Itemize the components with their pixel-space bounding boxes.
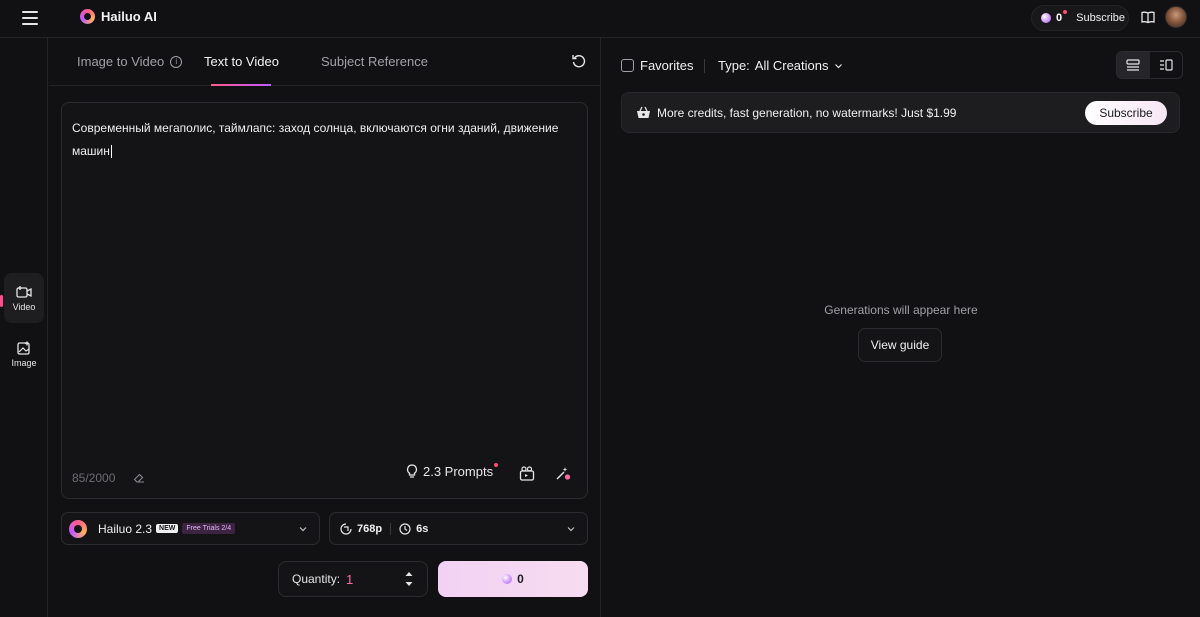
rail-item-image[interactable]: Image [4, 329, 44, 379]
favorites-checkbox[interactable] [621, 59, 634, 72]
logo[interactable]: Hailuo AI [80, 9, 157, 24]
top-bar: Hailuo AI 0 Subscribe [0, 0, 1200, 38]
list-view-icon [1126, 59, 1140, 71]
avatar[interactable] [1165, 6, 1187, 28]
generate-button[interactable]: 0 [438, 561, 588, 597]
duration-value: 6s [416, 522, 429, 535]
banner-subscribe-button[interactable]: Subscribe [1085, 101, 1167, 125]
resolution-icon [340, 522, 352, 535]
eraser-icon[interactable] [133, 472, 145, 484]
active-tab-underline [211, 84, 271, 86]
divider [704, 59, 705, 73]
mode-tabs: Image to Video i Text to Video Subject R… [49, 38, 601, 86]
favorites-filter[interactable]: Favorites [621, 58, 693, 73]
prompts-label: 2.3 Prompts [423, 463, 499, 479]
split-view-icon [1159, 59, 1173, 71]
tab-label: Image to Video [77, 54, 165, 69]
model-selector[interactable]: Hailuo 2.3 NEW Free Trials 2/4 [61, 512, 320, 545]
image-plus-icon [17, 341, 30, 355]
type-filter-dropdown[interactable]: Type: All Creations [718, 58, 843, 73]
tab-label: Subject Reference [321, 54, 428, 69]
resolution-value: 768p [357, 522, 383, 535]
prompt-textarea[interactable]: Современный мегаполис, таймлапс: заход с… [61, 102, 588, 499]
refresh-icon[interactable] [571, 53, 587, 69]
new-badge: NEW [156, 524, 179, 533]
credit-gem-icon [502, 574, 513, 584]
subscribe-button[interactable]: Subscribe [1076, 12, 1125, 24]
chevron-down-icon [834, 63, 842, 68]
rail-item-label: Video [12, 301, 36, 312]
left-rail: Video Image [0, 38, 48, 617]
creations-panel: Favorites Type: All Creations More credi… [602, 38, 1200, 617]
tab-image-to-video[interactable]: Image to Video i [77, 54, 183, 69]
hailuo-model-icon [69, 519, 87, 538]
clock-icon [399, 522, 411, 535]
lightbulb-icon [406, 464, 418, 478]
generate-cost: 0 [517, 572, 524, 586]
prompts-button[interactable]: 2.3 Prompts [406, 463, 499, 479]
char-count: 85/2000 [72, 471, 116, 485]
type-label: Type: [718, 58, 750, 73]
magic-enhance-icon[interactable] [555, 466, 571, 481]
credit-count: 0 [1056, 10, 1068, 24]
quantity-stepper[interactable]: Quantity: 1 [278, 561, 428, 597]
gift-basket-icon [637, 106, 650, 118]
favorites-label: Favorites [640, 58, 694, 73]
stepper-arrows-icon[interactable] [404, 569, 414, 589]
camera-movement-icon[interactable] [519, 466, 535, 481]
video-settings-selector[interactable]: 768p 6s [329, 512, 588, 545]
info-icon[interactable]: i [170, 55, 183, 68]
tab-text-to-video[interactable]: Text to Video [204, 54, 279, 69]
credit-gem-icon [1041, 13, 1051, 23]
split-view-button[interactable] [1150, 52, 1183, 78]
rail-active-indicator [0, 295, 3, 307]
quantity-value[interactable]: 1 [346, 572, 353, 587]
prompt-text[interactable]: Современный мегаполис, таймлапс: заход с… [72, 117, 572, 163]
empty-state-text: Generations will appear here [824, 303, 978, 317]
free-trials-badge: Free Trials 2/4 [182, 523, 236, 534]
rail-item-label: Image [11, 357, 37, 368]
menu-icon[interactable] [22, 11, 38, 25]
book-icon[interactable] [1141, 11, 1155, 24]
rail-item-video[interactable]: Video [4, 273, 44, 323]
banner-text: More credits, fast generation, no waterm… [657, 105, 957, 120]
type-value: All Creations [754, 58, 829, 73]
create-panel: Image to Video i Text to Video Subject R… [49, 38, 601, 617]
chevron-down-icon [567, 527, 575, 532]
video-plus-icon [16, 285, 32, 298]
quantity-label: Quantity: [292, 572, 341, 586]
list-view-button[interactable] [1117, 52, 1150, 78]
credits-subscribe-pill[interactable]: 0 Subscribe [1031, 5, 1129, 31]
view-guide-button[interactable]: View guide [858, 328, 942, 362]
chevron-down-icon [299, 527, 307, 532]
subscription-banner: More credits, fast generation, no waterm… [621, 92, 1180, 133]
hailuo-logo-icon [80, 9, 95, 24]
brand-name: Hailuo AI [101, 9, 157, 24]
view-mode-toggle [1116, 51, 1183, 79]
tab-label: Text to Video [204, 54, 279, 69]
model-name: Hailuo 2.3 [98, 521, 153, 536]
tab-subject-reference[interactable]: Subject Reference [321, 54, 428, 69]
divider [390, 522, 392, 535]
